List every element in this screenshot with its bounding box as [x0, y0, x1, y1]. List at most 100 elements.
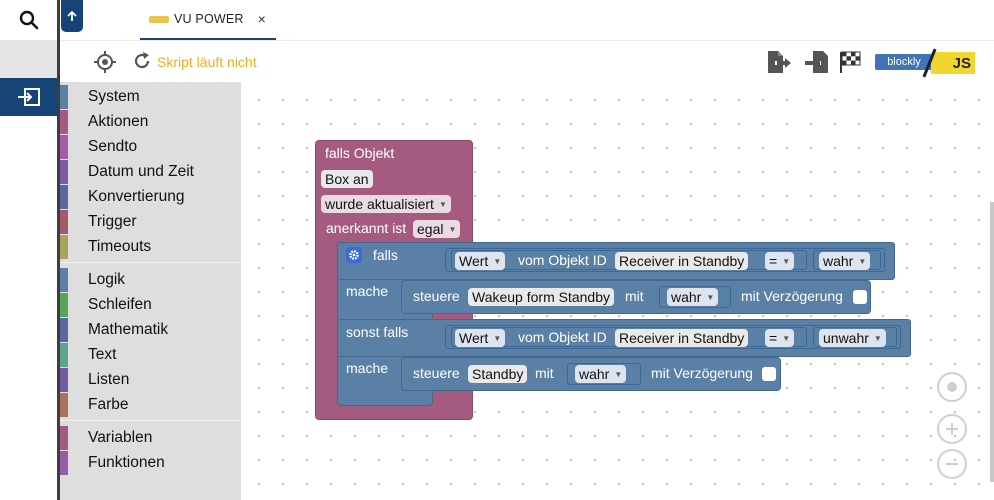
category-label: Funktionen: [88, 454, 165, 471]
app-strip: [0, 0, 57, 500]
category-label: Aktionen: [88, 113, 149, 130]
category-label: Farbe: [88, 396, 129, 413]
category-swatch: [60, 368, 68, 392]
category-aktionen[interactable]: Aktionen: [60, 110, 241, 134]
dropdown-value: egal: [417, 221, 444, 237]
tab-close-icon[interactable]: ×: [258, 11, 266, 27]
chevron-down-icon: ▼: [614, 369, 623, 379]
dropdown-value: =: [769, 330, 778, 346]
category-timeouts[interactable]: Timeouts: [60, 235, 241, 259]
category-datum-und-zeit[interactable]: Datum und Zeit: [60, 160, 241, 184]
chevron-down-icon: ▼: [706, 292, 715, 302]
category-system[interactable]: System: [60, 85, 241, 109]
category-text[interactable]: Text: [60, 343, 241, 367]
login-icon: [17, 88, 40, 106]
category-swatch: [60, 160, 68, 184]
trigger-object-field[interactable]: Box an: [321, 170, 373, 188]
dropdown-value: wahr: [823, 253, 854, 269]
condition2-of-label: vom Objekt ID: [518, 329, 607, 345]
category-label: Text: [88, 346, 117, 363]
action1-delay-label: mit Verzögerung: [741, 288, 843, 304]
blockly-workspace[interactable]: falls Objekt Box an wurde aktualisiert ▼ …: [241, 82, 994, 500]
condition2-object-field[interactable]: Receiver in Standby: [615, 329, 749, 347]
category-sendto[interactable]: Sendto: [60, 135, 241, 159]
category-swatch: [60, 235, 68, 259]
dropdown-value: Wert: [459, 253, 489, 269]
dropdown-value: wahr: [671, 289, 702, 305]
target-icon: [947, 382, 957, 392]
action1-target-field[interactable]: Wakeup form Standby: [468, 288, 614, 306]
restart-button[interactable]: [132, 51, 152, 76]
category-swatch: [60, 293, 68, 317]
import-button[interactable]: [804, 50, 830, 79]
category-label: Timeouts: [88, 238, 152, 255]
scripts-nav-button[interactable]: [0, 78, 57, 116]
category-swatch: [60, 451, 68, 475]
export-button[interactable]: [766, 50, 792, 79]
category-konvertierung[interactable]: Konvertierung: [60, 185, 241, 209]
recenter-button[interactable]: [937, 372, 967, 402]
locate-button[interactable]: [94, 51, 116, 78]
do2-label: mache: [346, 360, 389, 376]
dropdown-value: Wert: [459, 330, 489, 346]
dropdown-value: =: [769, 253, 778, 269]
category-separator: [60, 262, 241, 263]
trigger-event-dropdown[interactable]: wurde aktualisiert ▼: [321, 195, 451, 213]
category-label: Listen: [88, 371, 130, 388]
zoom-in-button[interactable]: [937, 414, 967, 444]
action2-with-label: mit: [535, 365, 554, 381]
action1-delay-checkbox[interactable]: [853, 290, 867, 304]
target-icon: [94, 51, 116, 73]
condition1-object-field[interactable]: Receiver in Standby: [615, 252, 749, 270]
category-listen[interactable]: Listen: [60, 368, 241, 392]
action1-value-dropdown[interactable]: wahr ▼: [667, 288, 719, 306]
blockly-js-toggle[interactable]: blockly JS: [875, 48, 975, 78]
checkered-flag-icon: [840, 51, 861, 73]
ack-dropdown[interactable]: egal ▼: [413, 220, 461, 238]
condition2-value-dropdown[interactable]: unwahr ▼: [819, 329, 886, 347]
action2-label: steuere: [413, 365, 460, 381]
mutator-gear-button[interactable]: [346, 247, 362, 263]
action2-target-field[interactable]: Standby: [468, 365, 528, 383]
condition1-operator-dropdown[interactable]: = ▼: [765, 252, 795, 270]
workspace-scrollbar[interactable]: [990, 202, 994, 482]
chevron-down-icon: ▼: [873, 333, 882, 343]
category-label: Variablen: [88, 429, 153, 446]
search-icon: [19, 10, 38, 30]
mode-blockly-label: blockly: [875, 54, 933, 70]
collapse-up-button[interactable]: [61, 0, 83, 32]
blockly-logo-icon: [149, 15, 169, 23]
condition2-attr-dropdown[interactable]: Wert ▼: [455, 329, 506, 347]
condition1-value-dropdown[interactable]: wahr ▼: [819, 252, 871, 270]
search-button[interactable]: [0, 0, 57, 40]
chevron-down-icon: ▼: [448, 224, 457, 234]
action2-delay-checkbox[interactable]: [762, 367, 776, 381]
zoom-out-button[interactable]: [937, 449, 967, 479]
chevron-down-icon: ▼: [493, 256, 502, 266]
category-funktionen[interactable]: Funktionen: [60, 451, 241, 475]
mode-js-label: JS: [931, 52, 975, 74]
category-schleifen[interactable]: Schleifen: [60, 293, 241, 317]
category-variablen[interactable]: Variablen: [60, 426, 241, 450]
category-label: Datum und Zeit: [88, 163, 194, 180]
category-mathematik[interactable]: Mathematik: [60, 318, 241, 342]
category-trigger[interactable]: Trigger: [60, 210, 241, 234]
debug-button[interactable]: [838, 50, 864, 79]
strip-spacer: [0, 40, 57, 78]
category-label: System: [88, 88, 140, 105]
category-label: Trigger: [88, 213, 137, 230]
category-swatch: [60, 268, 68, 292]
category-logik[interactable]: Logik: [60, 268, 241, 292]
elseif-label: sonst falls: [346, 324, 409, 340]
import-icon: [805, 51, 828, 73]
category-farbe[interactable]: Farbe: [60, 393, 241, 417]
action2-value-dropdown[interactable]: wahr ▼: [575, 365, 627, 383]
tab-vu-power[interactable]: VU POWER ×: [140, 0, 276, 40]
category-swatch: [60, 110, 68, 134]
condition1-attr-dropdown[interactable]: Wert ▼: [455, 252, 506, 270]
condition2-operator-dropdown[interactable]: = ▼: [765, 329, 795, 347]
category-swatch: [60, 210, 68, 234]
action2-delay-label: mit Verzögerung: [651, 365, 753, 381]
category-label: Konvertierung: [88, 188, 185, 205]
category-swatch: [60, 318, 68, 342]
